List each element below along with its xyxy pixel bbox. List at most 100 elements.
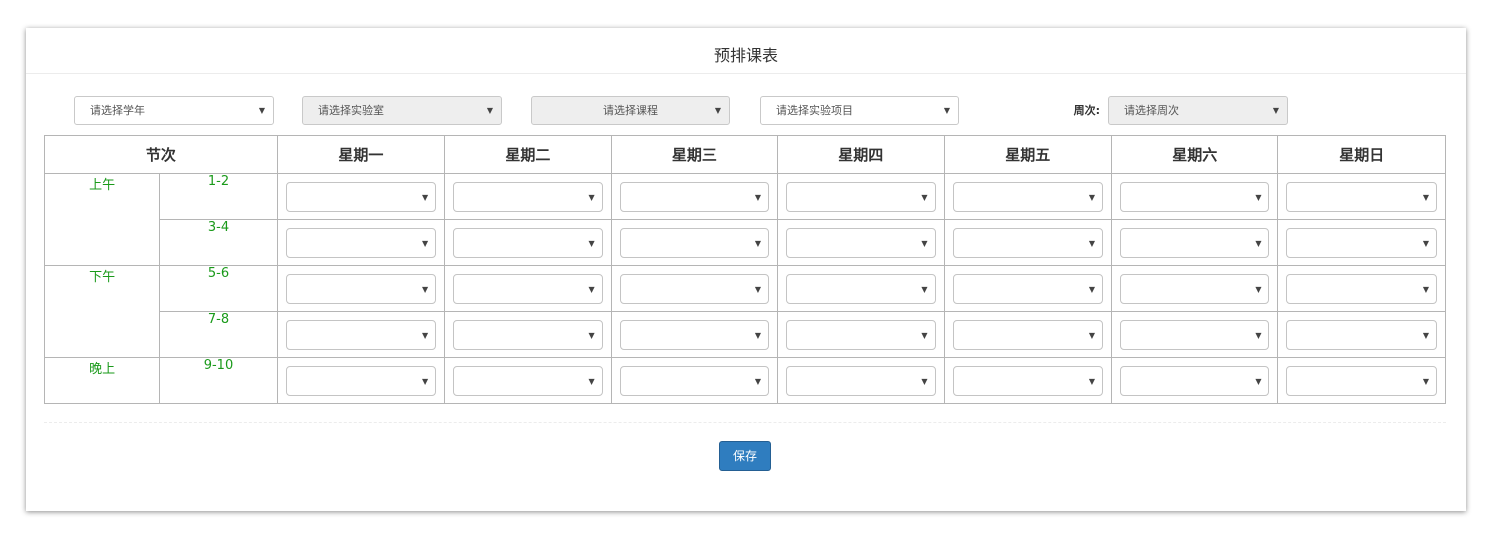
chevron-down-icon: ▼ xyxy=(1422,284,1429,294)
schedule-cell: ▼ xyxy=(610,219,779,266)
chevron-down-icon: ▼ xyxy=(921,238,928,248)
chevron-down-icon: ▼ xyxy=(754,376,762,386)
course-cell-select[interactable]: ▼ xyxy=(619,227,770,258)
course-cell-select[interactable]: ▼ xyxy=(1286,181,1437,212)
slot-label: 1-2 xyxy=(159,173,278,220)
schedule-cell: ▼ xyxy=(444,173,612,220)
schedule-cell: ▼ xyxy=(610,173,779,220)
schedule-panel: 预排课表 请选择学年 ▼ 请选择实验室 ▼ 请选择课程 ▼ 请选择实验项目 ▼ … xyxy=(26,28,1466,511)
chevron-down-icon: ▼ xyxy=(588,330,595,340)
chevron-down-icon: ▼ xyxy=(1088,192,1095,202)
table-row: 7-8 ▼ ▼ ▼ ▼ ▼ ▼ ▼ xyxy=(45,311,1446,358)
schedule-cell: ▼ xyxy=(610,311,779,358)
course-cell-select[interactable]: ▼ xyxy=(1120,365,1270,396)
page-title: 预排课表 xyxy=(26,28,1466,74)
chevron-down-icon: ▼ xyxy=(421,284,429,294)
course-cell-select[interactable]: ▼ xyxy=(1286,227,1437,258)
course-cell-select[interactable]: ▼ xyxy=(285,181,437,212)
chevron-down-icon: ▼ xyxy=(421,192,429,202)
course-cell-select[interactable]: ▼ xyxy=(285,319,437,350)
schedule-cell: ▼ xyxy=(444,219,612,266)
chevron-down-icon: ▼ xyxy=(1422,330,1429,340)
chevron-down-icon: ▼ xyxy=(588,376,595,386)
course-cell-select[interactable]: ▼ xyxy=(952,365,1103,396)
course-cell-select[interactable]: ▼ xyxy=(619,273,770,304)
schedule-table: 节次 星期一 星期二 星期三 星期四 星期五 星期六 星期日 上午 1-2 ▼ ▼ ▼ ▼… xyxy=(43,135,1446,404)
course-cell-select[interactable]: ▼ xyxy=(453,227,603,258)
course-cell-select[interactable]: ▼ xyxy=(285,227,437,258)
course-cell-select[interactable]: ▼ xyxy=(619,365,770,396)
chevron-down-icon: ▼ xyxy=(1255,284,1262,294)
week-select[interactable]: 请选择周次 ▼ xyxy=(1108,96,1288,125)
slot-label: 3-4 xyxy=(159,219,278,266)
chevron-down-icon: ▼ xyxy=(1272,106,1279,115)
course-cell-select[interactable]: ▼ xyxy=(1120,181,1270,212)
course-cell-select[interactable]: ▼ xyxy=(285,365,437,396)
course-cell-select[interactable]: ▼ xyxy=(786,227,936,258)
section-header: 节次 xyxy=(44,135,278,174)
schedule-cell: ▼ xyxy=(943,311,1113,358)
course-cell-select[interactable]: ▼ xyxy=(619,181,770,212)
header-row: 节次 星期一 星期二 星期三 星期四 星期五 星期六 星期日 xyxy=(44,135,1446,174)
chevron-down-icon: ▼ xyxy=(921,284,928,294)
schedule-cell: ▼ xyxy=(276,219,446,266)
day-header: 星期三 xyxy=(610,135,779,174)
course-cell-select[interactable]: ▼ xyxy=(453,181,603,212)
course-cell-select[interactable]: ▼ xyxy=(1286,319,1437,350)
course-cell-select[interactable]: ▼ xyxy=(1120,227,1270,258)
schedule-cell: ▼ xyxy=(1277,219,1446,266)
course-cell-select[interactable]: ▼ xyxy=(1120,319,1270,350)
year-select[interactable]: 请选择学年 ▼ xyxy=(74,96,274,125)
lab-select-label: 请选择实验室 xyxy=(318,104,384,117)
course-cell-select[interactable]: ▼ xyxy=(952,273,1103,304)
schedule-cell: ▼ xyxy=(610,357,779,404)
chevron-down-icon: ▼ xyxy=(588,238,595,248)
schedule-cell: ▼ xyxy=(1277,265,1446,312)
table-row: 上午 1-2 ▼ ▼ ▼ ▼ ▼ ▼ ▼ xyxy=(43,173,1446,266)
chevron-down-icon: ▼ xyxy=(754,284,762,294)
lab-select[interactable]: 请选择实验室 ▼ xyxy=(302,96,502,125)
course-cell-select[interactable]: ▼ xyxy=(952,227,1103,258)
course-cell-select[interactable]: ▼ xyxy=(952,319,1103,350)
schedule-cell: ▼ xyxy=(777,357,945,404)
course-cell-select[interactable]: ▼ xyxy=(1120,273,1270,304)
course-cell-select[interactable]: ▼ xyxy=(952,181,1103,212)
chevron-down-icon: ▼ xyxy=(421,376,429,386)
chevron-down-icon: ▼ xyxy=(1255,238,1262,248)
course-cell-select[interactable]: ▼ xyxy=(453,319,603,350)
project-select[interactable]: 请选择实验项目 ▼ xyxy=(760,96,959,125)
period-label: 上午 xyxy=(43,173,161,266)
course-cell-select[interactable]: ▼ xyxy=(786,181,936,212)
chevron-down-icon: ▼ xyxy=(1255,330,1262,340)
week-select-label: 请选择周次 xyxy=(1124,104,1179,117)
chevron-down-icon: ▼ xyxy=(1088,376,1095,386)
schedule-cell: ▼ xyxy=(777,311,945,358)
course-cell-select[interactable]: ▼ xyxy=(453,365,603,396)
course-cell-select[interactable]: ▼ xyxy=(1286,365,1437,396)
schedule-cell: ▼ xyxy=(1277,311,1446,358)
chevron-down-icon: ▼ xyxy=(1088,284,1095,294)
course-cell-select[interactable]: ▼ xyxy=(786,273,936,304)
course-cell-select[interactable]: ▼ xyxy=(285,273,437,304)
schedule-cell: ▼ xyxy=(444,265,612,312)
course-select[interactable]: 请选择课程 ▼ xyxy=(531,96,730,125)
chevron-down-icon: ▼ xyxy=(754,192,762,202)
schedule-cell: ▼ xyxy=(444,311,612,358)
schedule-cell: ▼ xyxy=(1110,219,1279,266)
chevron-down-icon: ▼ xyxy=(1422,192,1429,202)
course-cell-select[interactable]: ▼ xyxy=(619,319,770,350)
schedule-cell: ▼ xyxy=(276,357,446,404)
schedule-cell: ▼ xyxy=(943,357,1113,404)
period-label: 下午 xyxy=(43,265,161,358)
course-cell-select[interactable]: ▼ xyxy=(786,319,936,350)
save-button[interactable]: 保存 xyxy=(719,441,771,471)
day-header: 星期一 xyxy=(276,135,446,174)
schedule-cell: ▼ xyxy=(610,265,779,312)
course-cell-select[interactable]: ▼ xyxy=(786,365,936,396)
table-row: 下午 5-6 ▼ ▼ ▼ ▼ ▼ ▼ ▼ xyxy=(43,265,1446,358)
course-cell-select[interactable]: ▼ xyxy=(1286,273,1437,304)
chevron-down-icon: ▼ xyxy=(421,330,429,340)
period-label: 晚上 xyxy=(43,357,161,404)
table-row: 3-4 ▼ ▼ ▼ ▼ ▼ ▼ ▼ xyxy=(45,219,1446,266)
course-cell-select[interactable]: ▼ xyxy=(453,273,603,304)
